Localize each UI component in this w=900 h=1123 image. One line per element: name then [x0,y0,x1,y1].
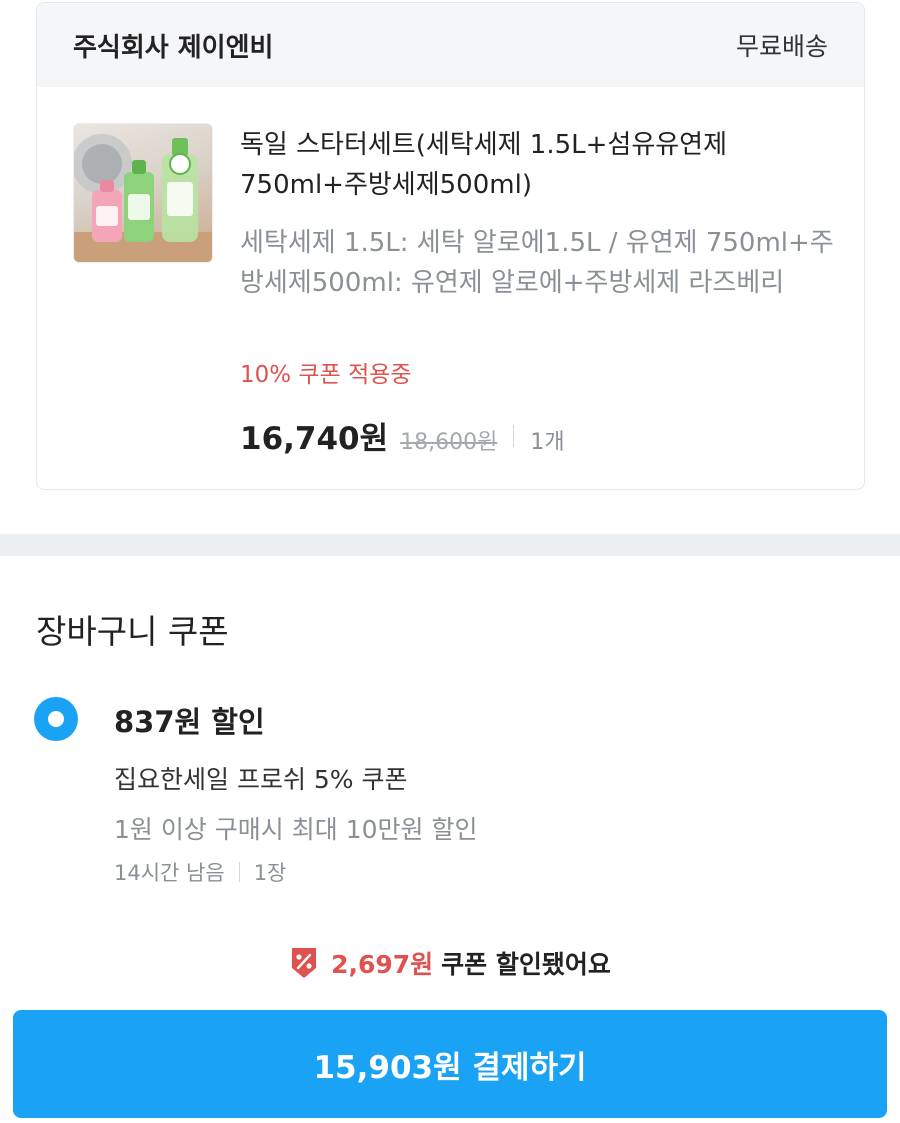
coupon-condition: 1원 이상 구매시 최대 10만원 할인 [114,815,478,844]
coupon-savings-summary: 2,697원 쿠폰 할인됐어요 [0,945,900,981]
coupon-discount[interactable]: 837원 할인 [114,699,265,741]
seller-card: 주식회사 제이엔비 무료배송 독일 스타터세트(세탁세제 1.5L+섬유유연제 … [36,2,865,490]
seller-name: 주식회사 제이엔비 [73,32,274,63]
saved-amount: 2,697원 [331,950,434,979]
coupon-time-left: 14시간 남음 [114,861,225,885]
divider [513,424,515,447]
coupon-radio-selected[interactable] [34,697,78,741]
coupon-applied-status: 10% 쿠폰 적용중 [240,362,412,388]
checkout-page: 주식회사 제이엔비 무료배송 독일 스타터세트(세탁세제 1.5L+섬유유연제 … [0,0,900,1123]
coupon-meta: 14시간 남음 1장 [114,857,286,887]
coupon-count: 1장 [253,861,287,885]
divider [238,862,240,882]
coupon-name: 집요한세일 프로쉬 5% 쿠폰 [114,765,408,794]
product-quantity: 1개 [530,430,565,455]
radio-dot-icon [48,711,64,727]
price-row: 16,740원 18,600원 1개 [240,413,565,458]
discount-tag-icon [289,946,319,980]
cart-coupon-title: 장바구니 쿠폰 [36,612,229,651]
seller-header: 주식회사 제이엔비 무료배송 [37,3,864,87]
section-divider [0,534,900,556]
product-price: 16,740원 [240,421,389,457]
pay-button[interactable]: 15,903원 결제하기 [13,1010,887,1118]
saved-text: 쿠폰 할인됐어요 [441,950,611,979]
product-title[interactable]: 독일 스타터세트(세탁세제 1.5L+섬유유연제 750ml+주방세제500ml… [240,125,820,205]
shipping-label: 무료배송 [735,32,828,61]
original-price: 18,600원 [400,430,498,455]
product-thumbnail[interactable] [73,123,213,263]
detergent-set-image [74,134,212,262]
product-option: 세탁세제 1.5L: 세탁 알로에1.5L / 유연제 750ml+주방세제50… [240,228,834,298]
